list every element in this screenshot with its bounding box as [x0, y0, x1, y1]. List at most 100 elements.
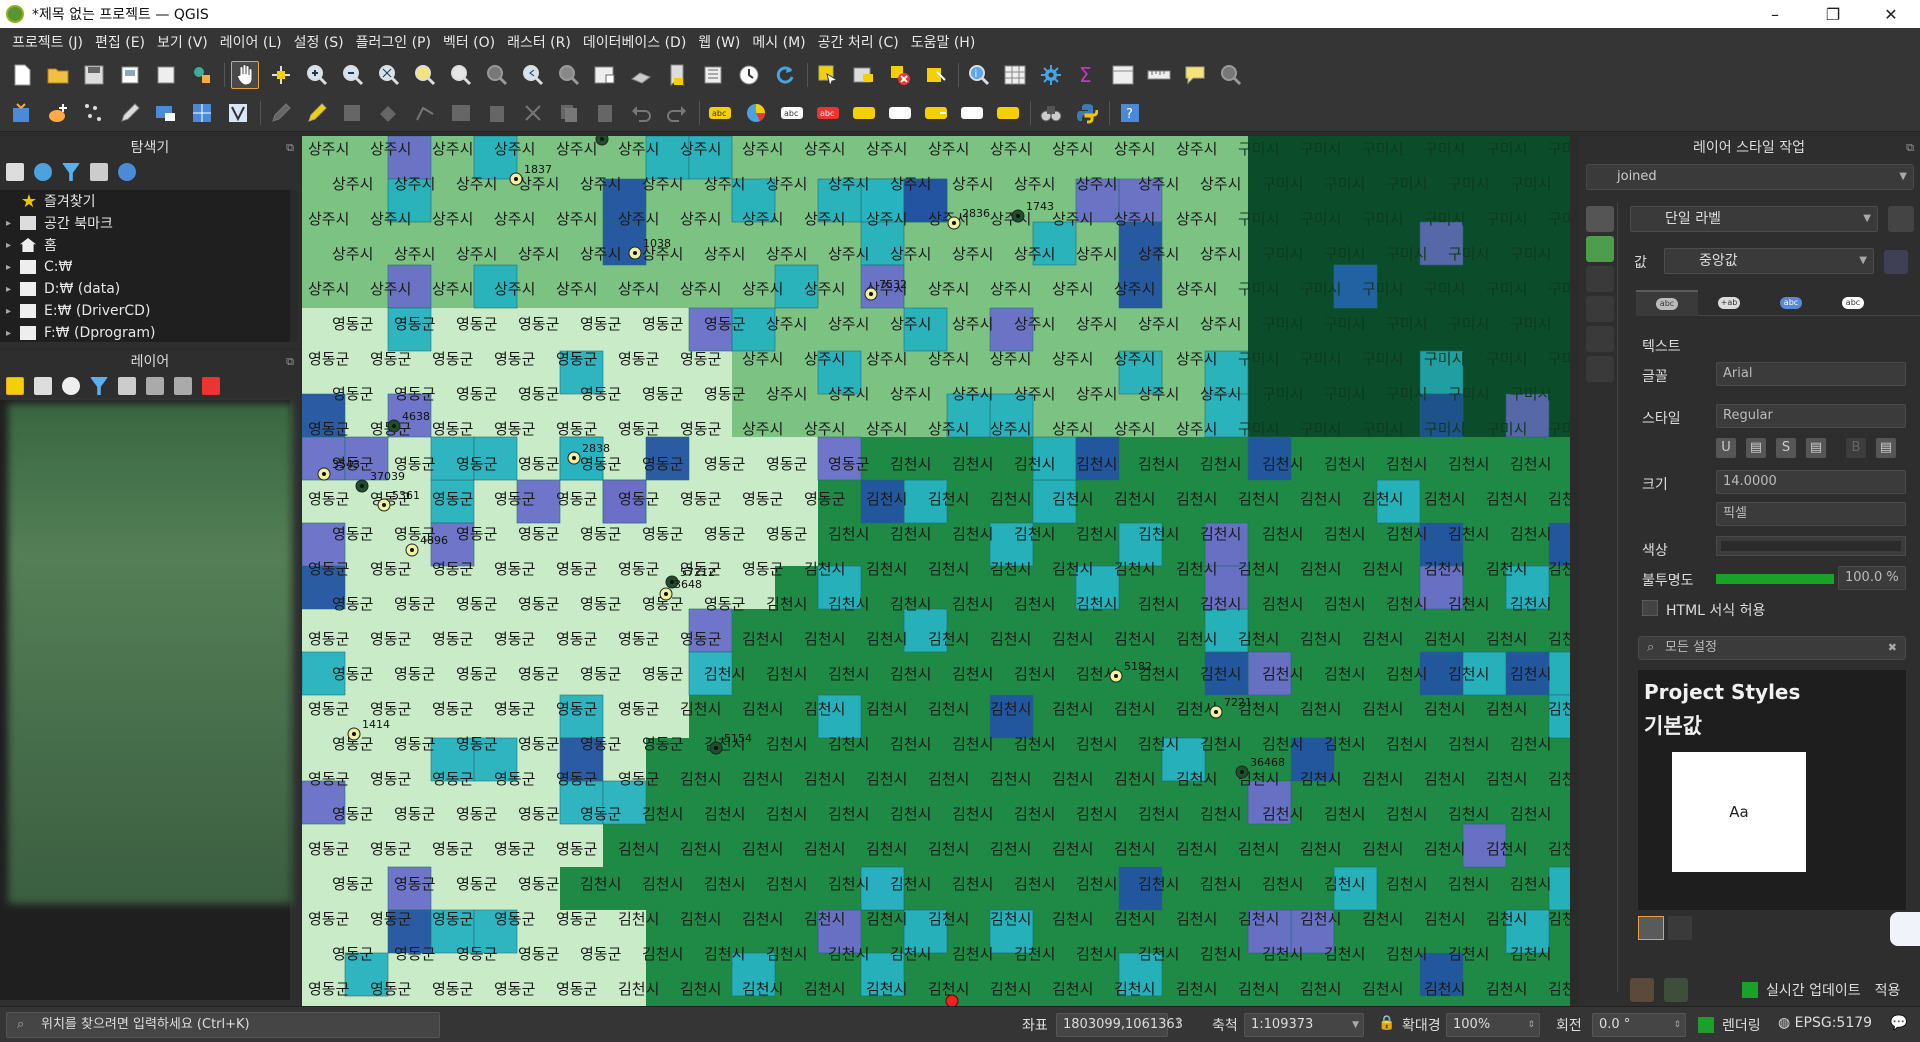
redo-icon[interactable]	[663, 99, 691, 127]
deselect-features-icon[interactable]	[886, 61, 914, 89]
minimize-button[interactable]: –	[1746, 0, 1804, 28]
undo-icon[interactable]	[627, 99, 655, 127]
pin-labels-icon[interactable]	[850, 99, 878, 127]
expression-icon[interactable]	[1884, 250, 1908, 274]
statistics-icon[interactable]: Σ	[1073, 61, 1101, 89]
grid-view-icon[interactable]	[1638, 916, 1664, 940]
field-calculator-icon[interactable]	[1109, 61, 1137, 89]
label-mode-combo[interactable]: 단일 라벨 ▼	[1630, 206, 1878, 232]
tree-item-drive-c[interactable]: ▸ C:₩	[0, 256, 290, 278]
python-console-icon[interactable]	[1073, 99, 1101, 127]
expand-all-icon[interactable]	[146, 377, 164, 395]
rotation-field[interactable]: 0.0 ° ⇕	[1592, 1013, 1686, 1037]
digitize-points-icon[interactable]	[80, 99, 108, 127]
filter-by-expression-icon[interactable]	[118, 377, 136, 395]
apply-button[interactable]: 적용	[1875, 980, 1901, 1000]
text-tab-icon[interactable]: abc	[1636, 290, 1698, 316]
live-update-checkbox[interactable]	[1742, 982, 1758, 998]
tree-item-home[interactable]: ▸ 홈	[0, 234, 290, 256]
vector-layer-icon[interactable]	[224, 99, 252, 127]
tree-item-drive-d[interactable]: ▸ D:₩ (data)	[0, 278, 290, 300]
edit-pencil-icon[interactable]	[116, 99, 144, 127]
data-defined-icon[interactable]: ▤	[1806, 438, 1826, 458]
select-by-location-icon[interactable]	[922, 61, 950, 89]
data-defined-icon[interactable]: ▤	[1876, 438, 1896, 458]
plugin-binoculars-icon[interactable]	[1037, 99, 1065, 127]
panel-close-icon[interactable]: ⧉	[286, 350, 294, 374]
style-manager-icon[interactable]	[188, 61, 216, 89]
menu-web[interactable]: 웹 (W)	[692, 32, 746, 52]
menu-view[interactable]: 보기 (V)	[151, 32, 214, 52]
data-source-manager-icon[interactable]	[8, 99, 36, 127]
size-field[interactable]: 14.0000	[1716, 470, 1906, 494]
pan-to-selection-icon[interactable]	[267, 61, 295, 89]
processing-toolbox-icon[interactable]	[1037, 61, 1065, 89]
toggle-display-labels-icon[interactable]: abc	[814, 99, 842, 127]
move-label-icon[interactable]	[922, 99, 950, 127]
map-svg[interactable]: 상주시 상주시 상주시 상주시 상주시 상주시 상주시 상주시 상주시 상주시 상주시 상주시 상주시 상…	[302, 136, 1570, 1006]
menu-database[interactable]: 데이터베이스 (D)	[577, 32, 692, 52]
new-spatial-bookmark-icon[interactable]	[663, 61, 691, 89]
new-layer-icon[interactable]	[44, 99, 72, 127]
history-tab-icon[interactable]	[1586, 356, 1614, 382]
opacity-slider[interactable]	[1716, 574, 1834, 584]
settings-search-input[interactable]: ⌕ 모든 설정 ✖	[1638, 636, 1906, 660]
layout-manager-icon[interactable]	[152, 61, 180, 89]
help-icon[interactable]: ?	[1116, 99, 1144, 127]
cut-features-icon[interactable]	[519, 99, 547, 127]
tree-item-favorites[interactable]: ★ 즐겨찾기	[0, 190, 290, 212]
manage-themes-icon[interactable]	[62, 377, 80, 395]
properties-icon[interactable]	[118, 163, 136, 181]
menu-layer[interactable]: 레이어 (L)	[214, 32, 288, 52]
symbology-tab-icon[interactable]	[1586, 206, 1614, 232]
menu-help[interactable]: 도움말 (H)	[905, 32, 982, 52]
layer-labeling-icon[interactable]: abc	[706, 99, 734, 127]
underline-icon[interactable]: U	[1716, 438, 1736, 458]
scale-field[interactable]: 1:109373 ▼	[1244, 1013, 1364, 1037]
menu-project[interactable]: 프로젝트 (J)	[6, 32, 89, 52]
maximize-button[interactable]: ❐	[1804, 0, 1862, 28]
magnifier-field[interactable]: 100% ⇕	[1446, 1013, 1540, 1037]
style-field[interactable]: Regular	[1716, 404, 1906, 428]
crs-indicator[interactable]: ◍ EPSG:5179	[1778, 1015, 1872, 1031]
toggle-editing-icon[interactable]	[303, 99, 331, 127]
render-checkbox[interactable]	[1698, 1017, 1714, 1033]
rotate-label-icon[interactable]	[958, 99, 986, 127]
add-group-icon[interactable]	[34, 377, 52, 395]
show-bookmarks-icon[interactable]	[699, 61, 727, 89]
messages-icon[interactable]: 💬	[1890, 1015, 1907, 1031]
zoom-to-selection-icon[interactable]	[411, 61, 439, 89]
select-features-icon[interactable]	[814, 61, 842, 89]
temporal-controller-icon[interactable]	[735, 61, 763, 89]
save-edits-icon[interactable]	[152, 99, 180, 127]
layer-selector[interactable]: joined ▼	[1586, 164, 1914, 190]
side-widget-icon[interactable]	[1890, 912, 1920, 946]
zoom-out-icon[interactable]	[339, 61, 367, 89]
refresh-icon[interactable]	[34, 163, 52, 181]
remove-layer-icon[interactable]	[202, 377, 220, 395]
filter-icon[interactable]	[62, 163, 80, 181]
strikeout-icon[interactable]: S	[1776, 438, 1796, 458]
tree-item-bookmarks[interactable]: ▸ 공간 북마크	[0, 212, 290, 234]
menu-settings[interactable]: 설정 (S)	[288, 32, 350, 52]
add-feature-icon[interactable]	[375, 99, 403, 127]
zoom-native-icon[interactable]	[483, 61, 511, 89]
panel-close-icon[interactable]: ⧉	[286, 136, 294, 160]
menu-raster[interactable]: 래스터 (R)	[501, 32, 577, 52]
data-defined-icon[interactable]: ▤	[1746, 438, 1766, 458]
redo-style-icon[interactable]	[1664, 978, 1688, 1002]
locate-settings-icon[interactable]	[1217, 61, 1245, 89]
menu-processing[interactable]: 공간 처리 (C)	[812, 32, 905, 52]
zoom-to-layer-icon[interactable]	[447, 61, 475, 89]
vertex-tool-icon[interactable]	[411, 99, 439, 127]
browser-scrollbar[interactable]	[290, 190, 298, 342]
new-print-layout-icon[interactable]	[116, 61, 144, 89]
panel-close-icon[interactable]: ⧉	[1906, 136, 1914, 160]
pan-hand-icon[interactable]	[231, 61, 259, 89]
modify-attributes-icon[interactable]	[447, 99, 475, 127]
attribute-table-icon[interactable]	[1001, 61, 1029, 89]
opacity-field[interactable]: 100.0 %	[1838, 566, 1906, 590]
current-edits-icon[interactable]	[267, 99, 295, 127]
html-checkbox[interactable]	[1642, 600, 1658, 616]
refresh-icon[interactable]	[771, 61, 799, 89]
